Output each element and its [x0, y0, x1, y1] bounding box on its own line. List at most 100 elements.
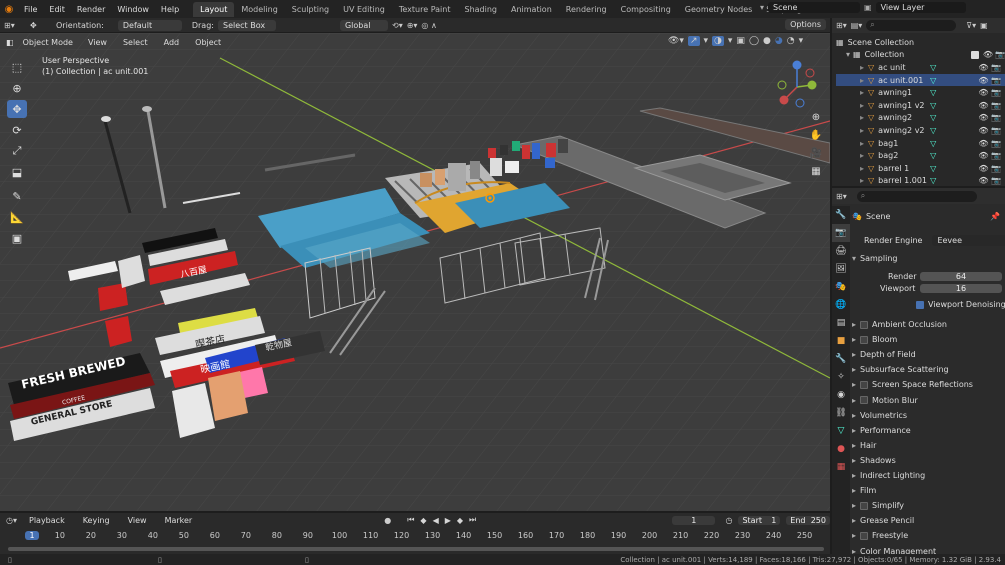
data-tab-icon[interactable]: ▽ — [832, 422, 850, 440]
panel-section-header[interactable]: ▸ Indirect Lighting — [852, 471, 925, 480]
panel-section-header[interactable]: ▸ Ambient Occlusion — [852, 320, 947, 329]
object-mode-icon[interactable]: ◧ — [6, 38, 14, 47]
grid-view-icon[interactable]: ▦ — [808, 163, 824, 181]
outliner-item[interactable]: ▸ ▽ awning1 ▽ 👁 📷 — [836, 86, 1005, 99]
new-collection-icon[interactable]: ▣ — [980, 21, 988, 30]
end-frame-field[interactable]: End 250 — [786, 515, 830, 525]
section-enable-checkbox[interactable] — [860, 531, 869, 540]
material-shading-icon[interactable]: ◕ — [775, 36, 783, 46]
pan-hand-icon[interactable]: ✋ — [808, 127, 824, 145]
select-menu[interactable]: Select — [117, 38, 154, 47]
timeline-scrollbar[interactable] — [8, 547, 824, 551]
viewport-denoising-checkbox[interactable] — [916, 300, 924, 309]
editor-type-icon[interactable]: ⊞▾ — [4, 21, 26, 30]
proportional-edit-icon[interactable]: ◎ ∧ — [421, 21, 436, 30]
outliner-editor-icon[interactable]: ⊞▾ — [836, 21, 847, 30]
display-mode-icon[interactable]: ▤▾ — [851, 21, 863, 30]
scene-selector[interactable]: Scene — [768, 2, 861, 13]
render-engine-dropdown[interactable]: Eevee▾ — [932, 235, 1005, 246]
panel-section-header[interactable]: ▸ Motion Blur — [852, 396, 918, 405]
object-mode-dropdown[interactable]: Object Mode — [18, 37, 78, 48]
add-menu[interactable]: Add — [158, 38, 186, 47]
rendered-shading-icon[interactable]: ◔ — [787, 36, 795, 46]
menu-render[interactable]: Render — [71, 5, 111, 14]
wireframe-shading-icon[interactable]: ◯ — [749, 36, 759, 46]
tab-modeling[interactable]: Modeling — [234, 2, 284, 17]
tab-sculpting[interactable]: Sculpting — [285, 2, 336, 17]
cursor-tool-icon[interactable]: ⊕ — [7, 79, 27, 97]
current-frame-field[interactable]: 1 — [672, 515, 716, 525]
texture-tab-icon[interactable]: ▦ — [832, 458, 850, 476]
overlay-icon[interactable]: ◑ — [712, 36, 724, 46]
viewport-samples-field[interactable]: 16 — [920, 284, 1002, 293]
collection-visibility-icon[interactable]: 👁 — [983, 50, 993, 59]
particles-tab-icon[interactable]: ✧ — [832, 368, 850, 386]
panel-section-header[interactable]: ▸ Depth of Field — [852, 350, 916, 359]
outliner-item[interactable]: ▸ ▽ bag2 ▽ 👁 📷 — [836, 149, 1005, 162]
view-layer-icon[interactable]: ▣ — [864, 3, 872, 12]
properties-editor-icon[interactable]: ⊞▾ — [836, 192, 847, 201]
scale-tool-icon[interactable]: ⤢ — [7, 142, 27, 160]
panel-section-header[interactable]: ▸ Volumetrics — [852, 411, 907, 420]
transform-orientation-dropdown[interactable]: Global — [339, 19, 388, 31]
tool-tab-icon[interactable]: 🔧 — [832, 206, 850, 224]
playback-menu[interactable]: Playback — [23, 516, 71, 525]
panel-section-header[interactable]: ▸ Grease Pencil — [852, 516, 914, 525]
object-menu[interactable]: Object — [189, 38, 227, 47]
visibility-icon[interactable]: 👁▾ — [668, 36, 684, 46]
blender-logo-icon[interactable]: ◉ — [0, 4, 18, 15]
collection-checkbox[interactable] — [970, 50, 979, 59]
panel-section-header[interactable]: ▸ Shadows — [852, 456, 896, 465]
output-tab-icon[interactable]: 🖨 — [832, 242, 850, 260]
tab-compositing[interactable]: Compositing — [614, 2, 678, 17]
collection-render-icon[interactable]: 📷 — [995, 50, 1005, 59]
outliner-item[interactable]: ▸ ▽ awning2 v2 ▽ 👁 📷 — [836, 124, 1005, 137]
navigation-gizmo[interactable] — [772, 55, 830, 115]
marker-menu[interactable]: Marker — [159, 516, 199, 525]
view-layer-tab-icon[interactable]: 🖼 — [832, 260, 850, 278]
timeline-ruler[interactable]: 1 10 20 30 40 50 60 70 80 90 100 110 120 130 140 150 160… — [0, 529, 830, 543]
panel-section-header[interactable]: ▸ Subsurface Scattering — [852, 365, 949, 374]
tab-texture-paint[interactable]: Texture Paint — [392, 2, 458, 17]
render-tab-icon[interactable]: 📷 — [832, 224, 850, 242]
world-tab-icon[interactable]: 🌐 — [832, 296, 850, 314]
drag-dropdown[interactable]: Select Box — [217, 19, 276, 31]
outliner-search-input[interactable]: ⌕ — [866, 20, 957, 31]
panel-section-header[interactable]: ▸ Simplify — [852, 501, 904, 510]
gizmo-icon[interactable]: ↗ — [687, 36, 700, 46]
panel-section-header[interactable]: ▸ Bloom — [852, 335, 897, 344]
viewport-denoising-row[interactable]: Viewport Denoising — [916, 300, 1005, 309]
menu-file[interactable]: File — [18, 5, 43, 14]
tab-shading[interactable]: Shading — [457, 2, 504, 17]
outliner-scene-collection[interactable]: ▦ Scene Collection — [836, 36, 1005, 49]
play-reverse-icon[interactable]: ◀ — [433, 516, 439, 525]
timeline-view-menu[interactable]: View — [122, 516, 153, 525]
jump-start-icon[interactable]: ⏮ — [407, 515, 414, 525]
xray-icon[interactable]: ▣ — [736, 36, 745, 46]
3d-viewport[interactable]: FRESH BREWED COFFEE GENERAL STORE 八百屋 喫茶… — [0, 33, 830, 511]
outliner-item[interactable]: ▸ ▽ barrel 1 ▽ 👁 📷 — [836, 162, 1005, 175]
snap-icon[interactable]: ⊕▾ — [407, 21, 418, 30]
orientation-dropdown[interactable]: Default — [117, 19, 182, 31]
filter-icon[interactable]: ⊽▾ — [966, 21, 976, 30]
move-tool-icon[interactable]: ✥ — [7, 100, 27, 118]
panel-section-header[interactable]: ▸ Hair — [852, 441, 876, 450]
menu-window[interactable]: Window — [111, 5, 155, 14]
panel-section-header[interactable]: ▸ Freestyle — [852, 531, 908, 540]
keying-menu[interactable]: Keying — [77, 516, 116, 525]
outliner-item[interactable]: ▸ ▽ bag1 ▽ 👁 📷 — [836, 137, 1005, 150]
section-enable-checkbox[interactable] — [860, 335, 869, 344]
clock-icon[interactable]: ◷ — [725, 516, 732, 525]
record-icon[interactable]: ● — [384, 516, 391, 525]
transform-tool-icon[interactable]: ⬓ — [7, 163, 27, 181]
pin-icon[interactable]: 📌 — [990, 212, 1000, 221]
view-menu[interactable]: View — [82, 38, 113, 47]
zoom-icon[interactable]: ⊕ — [808, 109, 824, 127]
section-enable-checkbox[interactable] — [860, 380, 869, 389]
jump-end-icon[interactable]: ⏭ — [469, 515, 476, 525]
render-samples-field[interactable]: 64 — [920, 272, 1002, 281]
options-dropdown[interactable]: Options — [785, 19, 826, 30]
section-enable-checkbox[interactable] — [860, 320, 869, 329]
timeline-editor-icon[interactable]: ◷▾ — [6, 516, 17, 525]
properties-search-input[interactable]: ⌕ — [856, 190, 977, 202]
